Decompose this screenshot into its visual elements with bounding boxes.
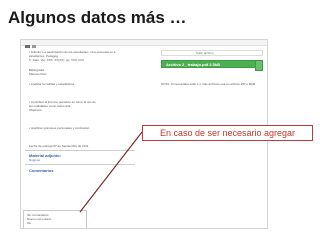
- comment-line: Ok: [27, 221, 31, 225]
- material-value[interactable]: Ninguno: [29, 158, 40, 162]
- menu-icon: [32, 45, 36, 48]
- flag-icon: [25, 45, 30, 48]
- divider: [25, 150, 135, 151]
- remove-file-button[interactable]: [255, 60, 263, 71]
- text-line: • Justificar opiniones personales y conc…: [29, 126, 90, 130]
- text-line: Objetivos:: [29, 108, 43, 112]
- upload-header: Subir archivo: [161, 50, 263, 56]
- text-line: X. Dato, Ver. XXX, XX(XX), pp. XXX-XXX: [29, 58, 85, 62]
- text-line: Fecha de entrega 07 de Septiembre de 201…: [29, 144, 89, 148]
- callout-box: En caso de ser necesario agregar: [142, 125, 313, 141]
- divider: [25, 164, 135, 165]
- slide-title: Algunos datos más …: [8, 8, 187, 27]
- comentarios-label: Comentarios: [29, 168, 54, 173]
- upload-note: NOTA: Si necesitaba subir 1 o más archiv…: [161, 82, 256, 86]
- uploaded-file-bar[interactable]: Archivo 2_ trabajo.pdf 2.5kB: [161, 60, 259, 68]
- upload-header-label: Subir archivo: [196, 51, 214, 55]
- text-line: • Analizar la calidad y estadísticos: [29, 82, 75, 86]
- screenshot-topbar: [21, 40, 267, 46]
- comments-box[interactable]: Sin comentarios Nuevo comentario Ok: [23, 210, 87, 228]
- upload-pane: Subir archivo Archivo 2_ trabajo.pdf 2.5…: [161, 50, 263, 86]
- text-line: Marcelo Ruiz: [29, 72, 47, 76]
